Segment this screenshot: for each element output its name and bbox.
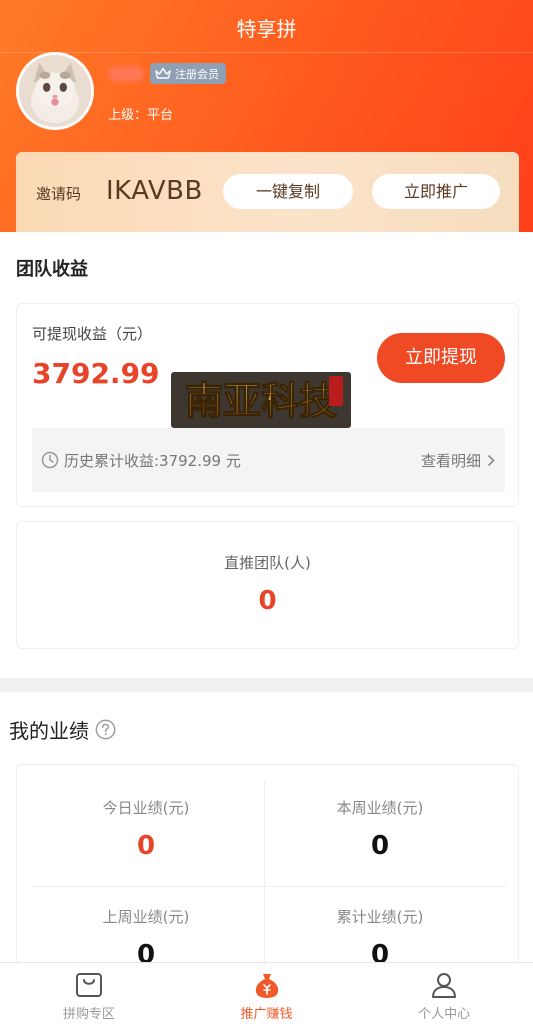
direct-team-count: 0: [258, 586, 277, 616]
member-badge-label: 注册会员: [175, 67, 219, 81]
my-performance-title: 我的业绩: [9, 715, 116, 744]
cat-avatar-icon: [19, 55, 91, 127]
tab-group-buy-label: 拼购专区: [62, 1007, 115, 1022]
money-bag-icon: [255, 974, 278, 998]
crown-icon: [155, 67, 171, 79]
member-badge: 注册会员: [150, 63, 226, 84]
withdrawable-label: 可提现收益（元）: [32, 325, 153, 343]
performance-divider-horizontal: [31, 886, 506, 887]
invite-label: 邀请码: [36, 185, 82, 203]
invite-card: 邀请码 IKAVBB 一键复制 立即推广: [16, 152, 519, 232]
team-earnings-title: 团队收益: [16, 259, 88, 280]
view-details-label: 查看明细: [420, 452, 481, 470]
avatar[interactable]: [16, 52, 94, 130]
my-performance-label: 我的业绩: [9, 719, 89, 743]
help-icon[interactable]: [95, 719, 116, 740]
page-title: 特享拼: [236, 17, 297, 41]
today-performance-label: 今日业绩(元): [102, 799, 190, 817]
shopping-bag-icon: [75, 973, 102, 997]
last-week-performance-label: 上周业绩(元): [102, 908, 190, 926]
history-earnings-text: 历史累计收益:3792.99 元: [64, 452, 241, 470]
withdrawable-amount: 3792.99: [32, 357, 160, 390]
view-details-link[interactable]: 查看明细: [421, 450, 495, 471]
tab-promote-earn[interactable]: 推广赚钱: [178, 963, 356, 1024]
today-performance-value: 0: [136, 831, 156, 861]
svg-text:南亚科技: 南亚科技: [185, 378, 337, 423]
header-divider: [0, 52, 533, 53]
chevron-right-icon: [487, 454, 495, 467]
direct-team-label: 直推团队(人): [224, 554, 311, 572]
watermark-logo: 南亚科技: [171, 372, 351, 428]
withdraw-button[interactable]: 立即提现: [377, 333, 505, 383]
this-week-performance-value: 0: [370, 831, 390, 861]
total-performance-label: 累计业绩(元): [336, 908, 424, 926]
section-divider: [0, 678, 533, 692]
invite-code: IKAVBB: [106, 176, 203, 206]
bottom-tab-bar: 拼购专区 推广赚钱 个人中心: [0, 962, 533, 1024]
this-week-performance-label: 本周业绩(元): [336, 799, 424, 817]
tab-group-buy[interactable]: 拼购专区: [0, 963, 178, 1024]
user-name-blurred: [108, 66, 144, 82]
copy-code-button[interactable]: 一键复制: [223, 174, 353, 209]
clock-icon: [41, 451, 59, 469]
history-earnings-bar[interactable]: 历史累计收益:3792.99 元 查看明细: [32, 428, 505, 492]
tab-promote-earn-label: 推广赚钱: [240, 1007, 293, 1022]
user-icon: [432, 973, 457, 998]
superior-info: 上级：平台: [108, 108, 174, 123]
direct-team-card: 直推团队(人) 0: [16, 521, 519, 649]
tab-personal-center-label: 个人中心: [418, 1007, 471, 1022]
tab-personal-center[interactable]: 个人中心: [355, 963, 533, 1024]
promote-now-button[interactable]: 立即推广: [372, 174, 500, 209]
header-banner: 特享拼 注册会员 上级：平台 邀请码 IKAVBB 一键复制 立即推广: [0, 0, 533, 232]
